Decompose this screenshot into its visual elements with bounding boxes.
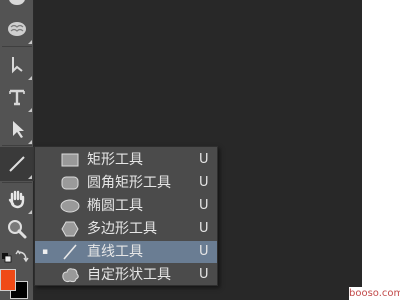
swap-colors-icon[interactable] — [15, 250, 29, 264]
menu-item-shortcut: U — [199, 244, 209, 259]
menu-item-rounded-rectangle-tool[interactable]: 圆角矩形工具 U — [35, 172, 217, 194]
foreground-color-swatch[interactable] — [0, 269, 16, 291]
zoom-tool[interactable] — [0, 212, 34, 246]
pen-tool[interactable] — [0, 48, 34, 82]
brain-icon — [8, 22, 26, 36]
zoom-icon — [8, 220, 27, 239]
rectangle-icon — [61, 153, 79, 167]
menu-item-label: 多边形工具 — [87, 221, 157, 237]
selected-marker: ▪ — [41, 247, 49, 257]
menu-item-shortcut: U — [199, 221, 209, 236]
default-colors-icon[interactable] — [2, 253, 12, 263]
hand-icon — [8, 190, 25, 209]
line-icon — [9, 156, 25, 172]
menu-item-shortcut: U — [199, 198, 209, 213]
menu-item-shortcut: U — [199, 152, 209, 167]
custom-shape-icon — [62, 268, 79, 283]
rounded-rectangle-icon — [61, 176, 79, 190]
menu-item-label: 圆角矩形工具 — [87, 175, 171, 191]
line-icon — [63, 244, 77, 260]
ellipse-icon — [60, 199, 80, 213]
document-canvas[interactable] — [362, 0, 400, 300]
blur-tool[interactable] — [0, 12, 34, 46]
path-selection-tool[interactable] — [0, 112, 34, 146]
menu-item-shortcut: U — [199, 175, 209, 190]
menu-item-rectangle-tool[interactable]: 矩形工具 U — [35, 149, 217, 171]
menu-item-polygon-tool[interactable]: 多边形工具 U — [35, 218, 217, 240]
menu-item-shortcut: U — [199, 267, 209, 282]
shape-tools-flyout: 矩形工具 U 圆角矩形工具 U 椭圆工具 U 多边形工具 U ▪ 直线工具 U — [34, 146, 218, 286]
tools-panel — [0, 0, 34, 300]
menu-item-line-tool[interactable]: ▪ 直线工具 U — [35, 241, 217, 263]
sponge-tool[interactable] — [0, 0, 34, 12]
menu-item-custom-shape-tool[interactable]: 自定形状工具 U — [35, 264, 217, 286]
type-icon — [9, 89, 25, 106]
menu-item-label: 矩形工具 — [87, 152, 143, 168]
watermark: booso.com — [349, 287, 400, 300]
type-tool[interactable] — [0, 80, 34, 114]
hand-tool[interactable] — [0, 182, 34, 216]
menu-item-ellipse-tool[interactable]: 椭圆工具 U — [35, 195, 217, 217]
polygon-icon — [61, 221, 79, 237]
pen-icon — [12, 57, 23, 74]
sponge-icon — [9, 0, 25, 5]
menu-item-label: 自定形状工具 — [87, 267, 171, 283]
line-tool[interactable] — [0, 147, 34, 181]
menu-item-label: 直线工具 — [87, 244, 143, 260]
arrow-icon — [13, 121, 24, 138]
menu-item-label: 椭圆工具 — [87, 198, 143, 214]
